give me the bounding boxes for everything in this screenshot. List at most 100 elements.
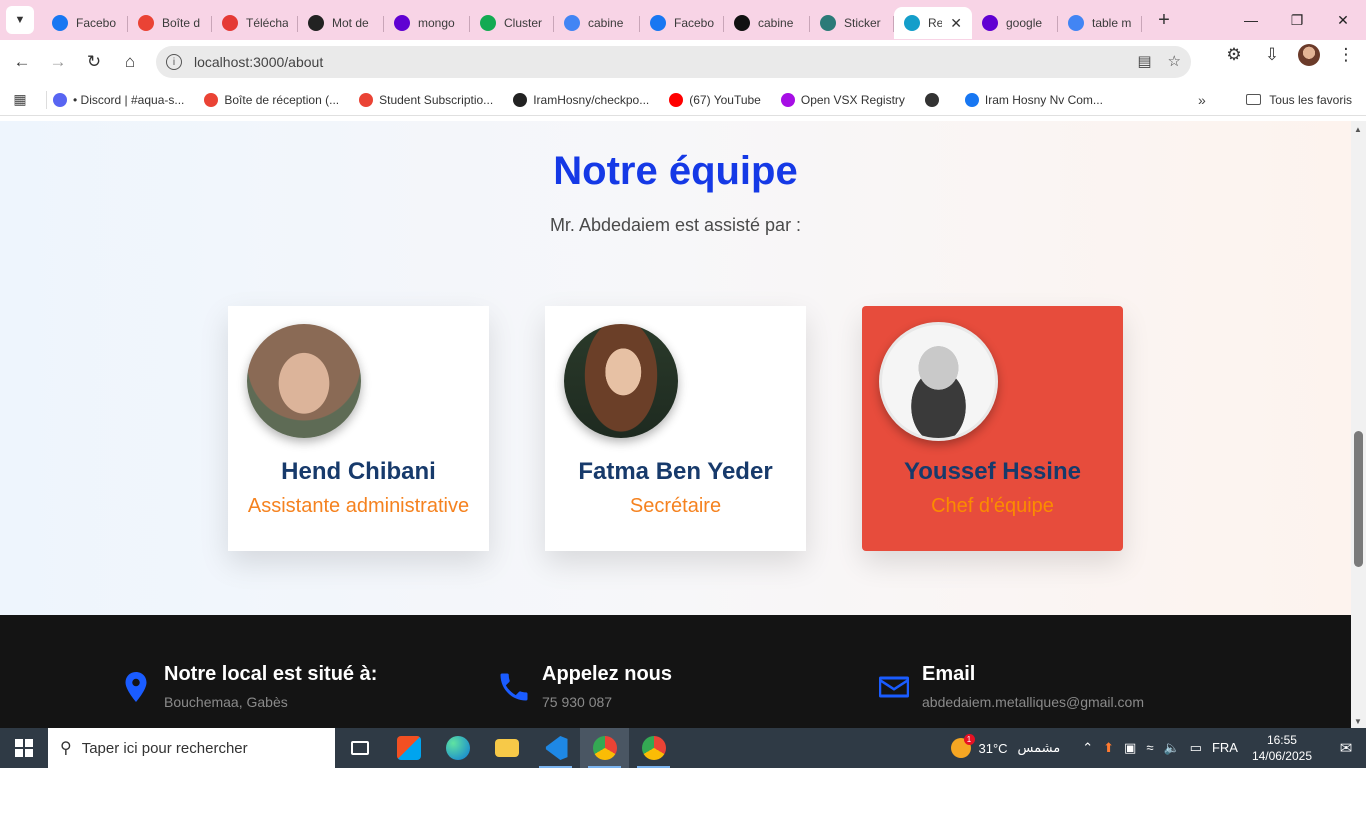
- taskbar-search-placeholder: Taper ici pour rechercher: [81, 739, 248, 757]
- battery-icon[interactable]: ▭: [1190, 740, 1202, 756]
- google-icon: [1068, 15, 1084, 31]
- language-indicator[interactable]: FRA: [1212, 740, 1238, 756]
- member-card-youssef: Youssef Hssine Chef d'équipe: [862, 306, 1123, 551]
- bookmark-item[interactable]: (67) YouTube: [669, 92, 761, 107]
- toolbar-actions: ⚙ ⇩ ⋮: [1222, 44, 1358, 66]
- browser-tab[interactable]: Sticker: [810, 7, 894, 39]
- windows-taskbar: ⚲ Taper ici pour rechercher 1 31°C مشمس …: [0, 728, 1366, 768]
- contact-title: Email: [922, 663, 976, 685]
- contact-title: Notre local est situé à:: [164, 663, 378, 685]
- back-button[interactable]: ←: [4, 44, 40, 80]
- meet-icon[interactable]: ▣: [1124, 740, 1136, 756]
- weather-widget[interactable]: 1 31°C مشمس: [950, 734, 1060, 758]
- browser-tab[interactable]: Facebo: [42, 7, 128, 39]
- new-tab-button[interactable]: +: [1150, 9, 1178, 32]
- sun-icon: 1: [950, 734, 975, 758]
- browser-tab[interactable]: Boîte d: [128, 7, 212, 39]
- tab-label: Télécha: [246, 16, 288, 30]
- apps-grid-icon[interactable]: ▦: [0, 91, 40, 108]
- member-role: Secrétaire: [629, 495, 722, 517]
- download-icon[interactable]: ⇩: [1260, 45, 1284, 65]
- bookmark-label: (67) YouTube: [689, 92, 761, 107]
- edge-app[interactable]: [433, 728, 482, 768]
- browser-tab[interactable]: Cluster: [470, 7, 554, 39]
- address-bar[interactable]: i localhost:3000/about ▤ ☆: [156, 46, 1191, 78]
- bookmark-item[interactable]: Open VSX Registry: [780, 92, 905, 107]
- bookmark-item[interactable]: Iram Hosny Nv Com...: [964, 92, 1103, 107]
- site-info-icon[interactable]: i: [166, 54, 182, 70]
- install-app-icon[interactable]: ▤: [1137, 52, 1151, 70]
- profile-avatar[interactable]: [1298, 44, 1320, 66]
- envelope-icon: [879, 676, 909, 698]
- page-scrollbar[interactable]: ▲ ▼: [1351, 121, 1366, 728]
- browser-tab[interactable]: Facebo: [640, 7, 724, 39]
- browser-tab[interactable]: cabine: [724, 7, 810, 39]
- reload-button[interactable]: ↻: [76, 44, 112, 80]
- contact-title: Appelez nous: [542, 663, 673, 685]
- tab-label: mongo: [418, 16, 455, 30]
- bookmark-label: Open VSX Registry: [800, 92, 905, 107]
- tab-label: Sticker: [844, 16, 881, 30]
- tab-list: Facebo Boîte d Télécha Mot de mongo Cluster ca…: [42, 0, 1142, 40]
- all-bookmarks-label: Tous les favoris: [1269, 92, 1352, 107]
- forward-button[interactable]: →: [40, 44, 76, 80]
- bookmark-item[interactable]: [924, 92, 945, 107]
- weather-badge: 1: [963, 734, 975, 745]
- bookmark-list: • Discord | #aqua-s... Boîte de réception…: [53, 92, 1123, 107]
- start-button[interactable]: [0, 728, 48, 768]
- browser-tab[interactable]: mongo: [384, 7, 470, 39]
- bookmark-item[interactable]: IramHosny/checkpo...: [513, 92, 649, 107]
- edge-icon: [445, 736, 470, 760]
- close-icon[interactable]: ✕: [1320, 0, 1366, 40]
- browser-tab[interactable]: table m: [1058, 7, 1142, 39]
- more-bookmarks-icon[interactable]: »: [1198, 92, 1206, 108]
- bookmark-star-icon[interactable]: ☆: [1168, 52, 1181, 70]
- minimize-icon[interactable]: —: [1228, 0, 1274, 40]
- home-button[interactable]: ⌂: [112, 44, 148, 80]
- clock-date: 14/06/2025: [1251, 749, 1312, 763]
- member-role: Chef d'équipe: [931, 495, 1054, 517]
- vscode-app[interactable]: [531, 728, 580, 768]
- facebook-icon: [964, 92, 979, 107]
- explorer-app[interactable]: [482, 728, 531, 768]
- task-view-button[interactable]: [335, 728, 384, 768]
- restore-icon[interactable]: ❐: [1274, 0, 1320, 40]
- gmail-icon: [204, 92, 219, 107]
- browser-tab[interactable]: Télécha: [212, 7, 298, 39]
- bookmark-item[interactable]: • Discord | #aqua-s...: [53, 92, 184, 107]
- wifi-icon[interactable]: ≈: [1146, 740, 1153, 756]
- notification-button[interactable]: ✉: [1326, 739, 1366, 757]
- bookmark-item[interactable]: Student Subscriptio...: [359, 92, 493, 107]
- scrollbar-thumb[interactable]: [1354, 431, 1363, 567]
- browser-tab[interactable]: Re ✕: [894, 7, 972, 39]
- taskbar-search[interactable]: ⚲ Taper ici pour rechercher: [48, 728, 335, 768]
- scroll-down-icon[interactable]: ▼: [1354, 717, 1362, 726]
- scroll-up-icon[interactable]: ▲: [1354, 125, 1362, 134]
- arrow-left-icon: ←: [13, 52, 31, 71]
- extensions-icon[interactable]: ⚙: [1222, 45, 1246, 65]
- search-icon: ⚲: [60, 740, 72, 757]
- member-card-fatma: Fatma Ben Yeder Secrétaire: [545, 306, 806, 551]
- store-app[interactable]: [384, 728, 433, 768]
- browser-tab[interactable]: Mot de: [298, 7, 384, 39]
- taskbar-apps: [335, 728, 678, 768]
- bookmark-item[interactable]: Boîte de réception (...: [204, 92, 339, 107]
- tab-search-button[interactable]: ▼: [6, 6, 34, 34]
- page-viewport: Notre équipe Mr. Abdedaiem est assisté p…: [0, 121, 1351, 728]
- bookmark-label: Iram Hosny Nv Com...: [984, 92, 1103, 107]
- chevron-up-icon[interactable]: ⌃: [1082, 740, 1093, 756]
- chrome-app-profile[interactable]: [580, 728, 629, 768]
- browser-tab[interactable]: cabine: [554, 7, 640, 39]
- browser-tab[interactable]: google: [972, 7, 1058, 39]
- all-bookmarks-folder[interactable]: Tous les favoris: [1246, 93, 1352, 107]
- chrome-app[interactable]: [629, 728, 678, 768]
- team-section: Notre équipe Mr. Abdedaiem est assisté p…: [0, 121, 1351, 615]
- contact-value[interactable]: abdedaiem.metalliques@gmail.com: [922, 694, 1144, 710]
- member-card-hend: Hend Chibani Assistante administrative: [228, 306, 489, 551]
- update-icon[interactable]: ⬆: [1103, 740, 1114, 756]
- clock[interactable]: 16:55 14/06/2025: [1252, 732, 1312, 764]
- volume-icon[interactable]: 🔈: [1163, 740, 1179, 756]
- menu-dots-icon[interactable]: ⋮: [1334, 45, 1358, 65]
- tab-close-icon[interactable]: ✕: [950, 15, 962, 32]
- url-text[interactable]: localhost:3000/about: [194, 54, 323, 70]
